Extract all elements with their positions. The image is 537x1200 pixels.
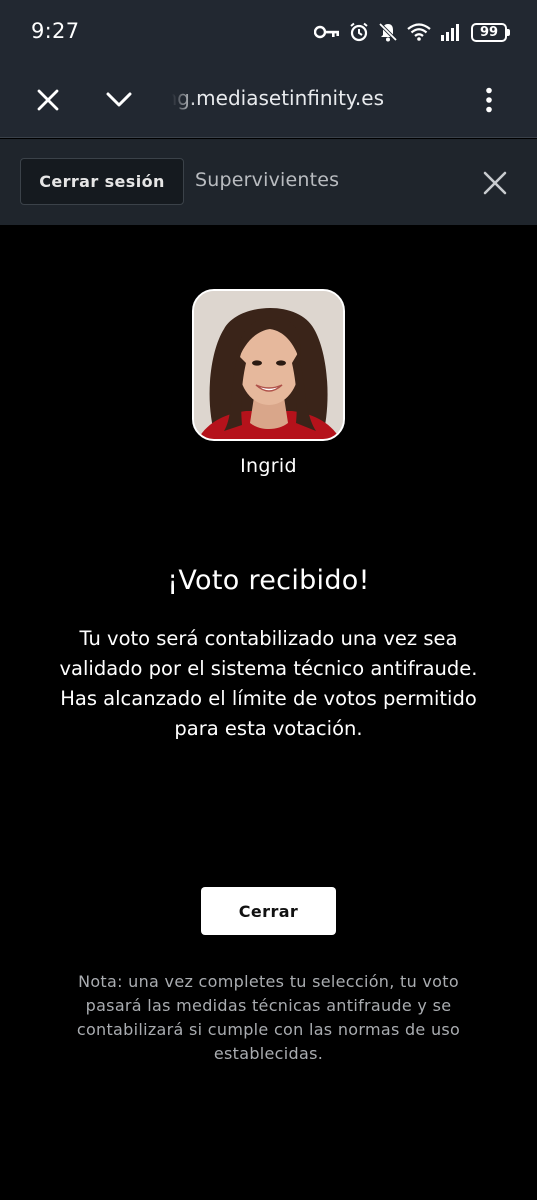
battery-level: 99 [479, 24, 499, 40]
page-title: Supervivientes [195, 169, 340, 191]
close-icon[interactable] [30, 82, 66, 118]
more-vert-icon[interactable] [474, 82, 504, 118]
wifi-icon [407, 23, 431, 41]
signal-icon [440, 23, 462, 41]
notifications-off-icon [378, 22, 398, 42]
vpn-key-icon [314, 24, 340, 40]
status-icons: 99 [314, 18, 510, 46]
result-message: Tu voto será contabilizado una vez sea v… [59, 627, 478, 740]
url-fade [172, 84, 196, 116]
candidate-name: Ingrid [240, 455, 297, 477]
logout-button[interactable]: Cerrar sesión [20, 158, 184, 205]
url-text: voting.mediasetinfinity.es [172, 86, 384, 110]
site-header: Cerrar sesión Supervivientes [0, 139, 537, 225]
status-time: 9:27 [31, 19, 80, 43]
status-bar: 9:27 99 [0, 0, 537, 62]
chevron-down-icon[interactable] [101, 82, 137, 118]
close-icon[interactable] [480, 168, 510, 198]
alarm-icon [349, 22, 369, 42]
footnote: Nota: una vez completes tu selección, tu… [76, 972, 461, 1063]
url-bar[interactable]: voting.mediasetinfinity.es [172, 84, 432, 116]
close-button[interactable]: Cerrar [201, 887, 336, 935]
battery-icon: 99 [471, 22, 510, 42]
browser-toolbar: voting.mediasetinfinity.es [0, 62, 537, 138]
result-title: ¡Voto recibido! [167, 565, 370, 596]
avatar [192, 289, 345, 441]
